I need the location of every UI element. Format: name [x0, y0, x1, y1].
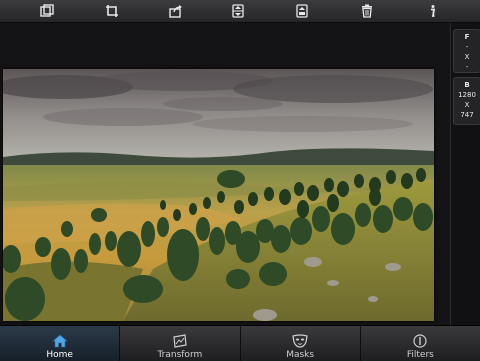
- share-icon: [169, 5, 182, 18]
- info-icon: [431, 5, 436, 17]
- info-button[interactable]: [421, 2, 445, 20]
- flip-vertical-icon: [232, 4, 244, 18]
- crop-icon: [106, 5, 118, 17]
- filters-icon: [413, 334, 427, 348]
- flip-vertical-button[interactable]: [226, 2, 250, 20]
- tab-transform-label: Transform: [157, 350, 203, 360]
- crop-button[interactable]: [100, 2, 124, 20]
- format-line-3: -: [465, 63, 469, 71]
- photo-preview[interactable]: [3, 69, 434, 321]
- size-separator: X: [464, 101, 470, 109]
- duplicate-icon: [40, 4, 54, 17]
- landscape-photo: [3, 69, 434, 321]
- size-heading: B: [464, 81, 470, 89]
- transform-icon: [173, 334, 187, 348]
- trash-icon: [362, 4, 372, 18]
- flip-horizontal-button[interactable]: [290, 2, 314, 20]
- side-info-panel: F - X - B 1280 X 747: [450, 23, 480, 325]
- tab-transform[interactable]: Transform: [120, 326, 241, 361]
- format-heading: F: [464, 33, 470, 41]
- home-icon: [51, 334, 68, 348]
- flip-horizontal-icon: [296, 4, 308, 18]
- top-toolbar: [0, 0, 480, 23]
- duplicate-button[interactable]: [35, 2, 59, 20]
- format-info-box[interactable]: F - X -: [453, 29, 480, 73]
- tab-home-label: Home: [46, 350, 73, 360]
- canvas-area[interactable]: [0, 23, 450, 325]
- format-line-1: -: [465, 43, 469, 51]
- image-width: 1280: [458, 91, 476, 99]
- tab-filters-label: Filters: [406, 350, 434, 360]
- size-info-box[interactable]: B 1280 X 747: [453, 77, 480, 125]
- tab-filters[interactable]: Filters: [361, 326, 480, 361]
- format-line-2: X: [464, 53, 470, 61]
- share-button[interactable]: [164, 2, 188, 20]
- delete-button[interactable]: [355, 2, 379, 20]
- tab-home[interactable]: Home: [0, 326, 121, 361]
- tab-masks-label: Masks: [286, 350, 315, 360]
- mask-icon: [292, 334, 308, 348]
- image-height: 747: [460, 111, 474, 119]
- tab-masks[interactable]: Masks: [241, 326, 361, 361]
- bottom-tab-bar: Home Transform Masks Filters: [0, 325, 480, 361]
